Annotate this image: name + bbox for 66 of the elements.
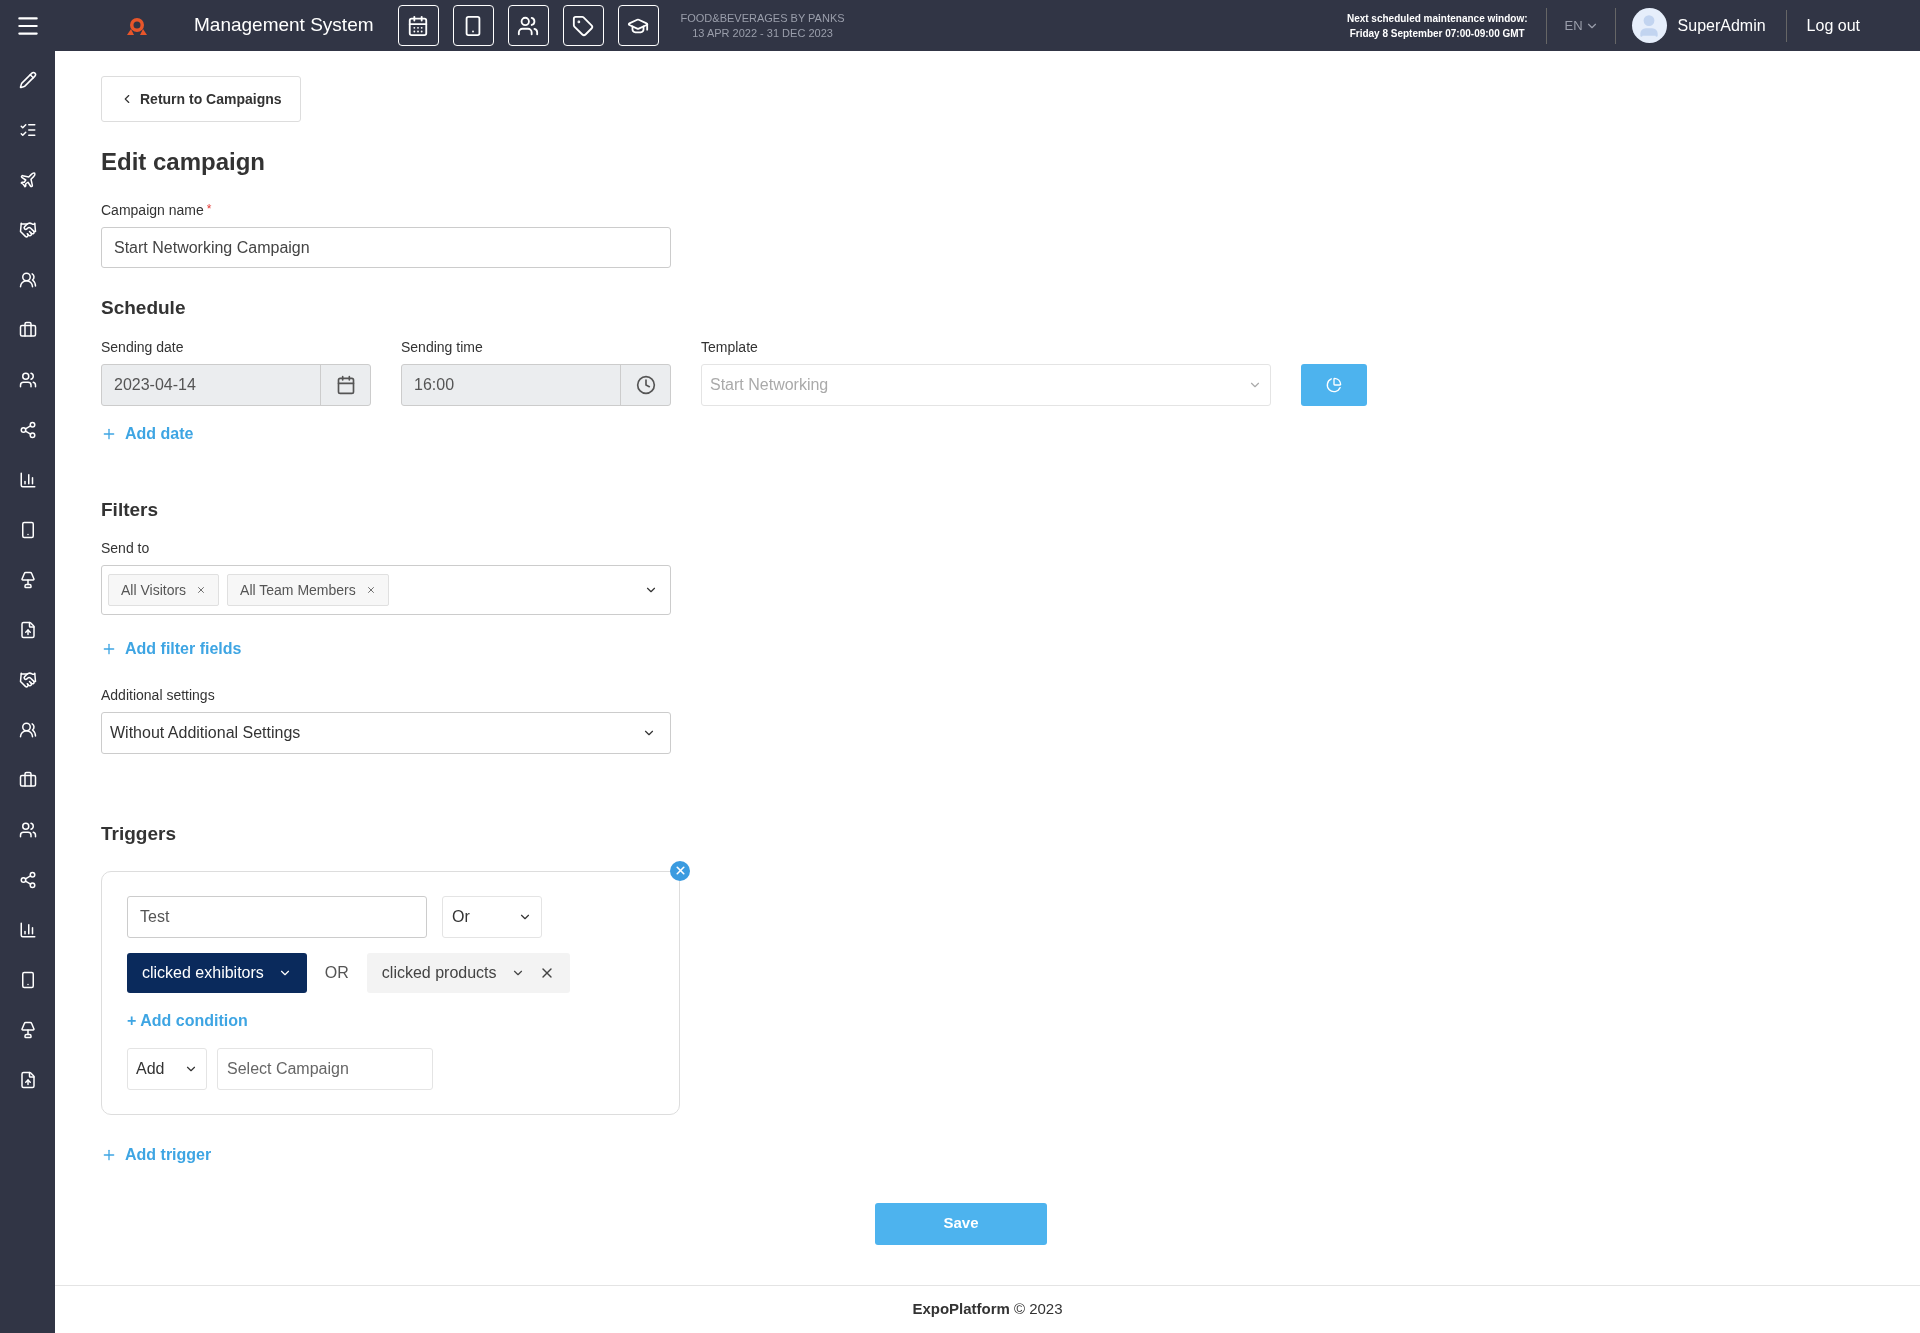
share-icon[interactable]	[18, 421, 37, 439]
language-select[interactable]: EN	[1564, 15, 1599, 36]
users-icon[interactable]	[18, 821, 37, 839]
maintenance-notice: Next scheduled maintenance window:	[1346, 11, 1528, 26]
condition-chip[interactable]: clicked exhibitors	[127, 952, 307, 993]
event-name: FOOD&BEVERAGES BY PANKS	[680, 10, 845, 26]
time-field[interactable]: 16:00	[401, 363, 671, 406]
field-label: Additional settings	[101, 686, 216, 705]
graduation-cap-icon[interactable]	[617, 5, 659, 46]
event-dates: 13 APR 2022 - 31 DEC 2023	[692, 25, 833, 41]
bar-chart-icon[interactable]	[18, 921, 37, 939]
field-label: Template	[701, 337, 759, 357]
maintenance-time: Friday 8 September 07:00-09:00 GMT	[1349, 26, 1525, 41]
footer-brand: ExpoPlatform	[912, 1299, 1010, 1320]
file-upload-icon[interactable]	[18, 1071, 37, 1089]
avatar-icon	[1631, 8, 1667, 43]
share-icon[interactable]	[18, 871, 37, 889]
phone-icon[interactable]	[452, 5, 494, 46]
send-to-select[interactable]: All Visitors All Team Members	[101, 565, 671, 615]
field-label: Send to	[101, 539, 151, 558]
handshake-icon[interactable]	[18, 671, 37, 689]
section-title: Filters	[101, 497, 160, 522]
tag-icon[interactable]	[562, 5, 604, 46]
pencil-icon[interactable]	[18, 71, 37, 89]
app-title: Management System	[194, 13, 374, 38]
campaign-name-field[interactable]: Start Networking Campaign	[101, 227, 671, 268]
briefcase-icon[interactable]	[18, 771, 37, 789]
file-upload-icon[interactable]	[18, 621, 37, 639]
campaign-select[interactable]: Select Campaign	[217, 1047, 433, 1090]
users-icon[interactable]	[507, 5, 549, 46]
additional-settings-select[interactable]: Without Additional Settings	[101, 712, 671, 754]
group-icon[interactable]	[18, 721, 37, 739]
operator-select[interactable]: Or	[442, 895, 542, 938]
field-label: Campaign name	[101, 201, 204, 220]
logout-link[interactable]: Log out	[1806, 13, 1860, 38]
required-mark: *	[206, 201, 212, 218]
condition-connector: OR	[324, 962, 349, 983]
users-icon[interactable]	[18, 371, 37, 389]
action-select[interactable]: Add	[127, 1047, 207, 1090]
briefcase-icon[interactable]	[18, 321, 37, 339]
section-title: Schedule	[101, 296, 187, 320]
condition-chip[interactable]: clicked products	[366, 952, 570, 993]
plus-icon	[101, 641, 117, 657]
filter-tag: All Team Members	[227, 574, 389, 606]
remove-icon[interactable]	[365, 585, 376, 595]
group-icon[interactable]	[18, 271, 37, 289]
filter-tag: All Visitors	[108, 574, 220, 606]
field-label: Sending time	[401, 337, 484, 357]
trigger-name-field[interactable]: Test	[127, 895, 427, 938]
bar-chart-icon[interactable]	[18, 471, 37, 489]
lamp-icon[interactable]	[18, 1021, 37, 1039]
lamp-icon[interactable]	[18, 571, 37, 589]
footer-copyright: © 2023	[1013, 1299, 1063, 1320]
pie-chart-icon	[1326, 376, 1342, 393]
handshake-icon[interactable]	[18, 221, 37, 239]
page-heading: Edit campaign	[101, 147, 267, 177]
section-title: Triggers	[101, 822, 177, 846]
logo-icon	[125, 15, 149, 36]
user-name: SuperAdmin	[1677, 15, 1766, 36]
field-label: Sending date	[101, 337, 185, 357]
remove-icon[interactable]	[196, 585, 207, 595]
date-field[interactable]: 2023-04-14	[101, 363, 371, 406]
plane-icon[interactable]	[18, 171, 37, 189]
list-icon[interactable]	[18, 121, 37, 139]
close-icon[interactable]	[670, 860, 690, 881]
return-button[interactable]: Return to Campaigns	[101, 76, 301, 122]
